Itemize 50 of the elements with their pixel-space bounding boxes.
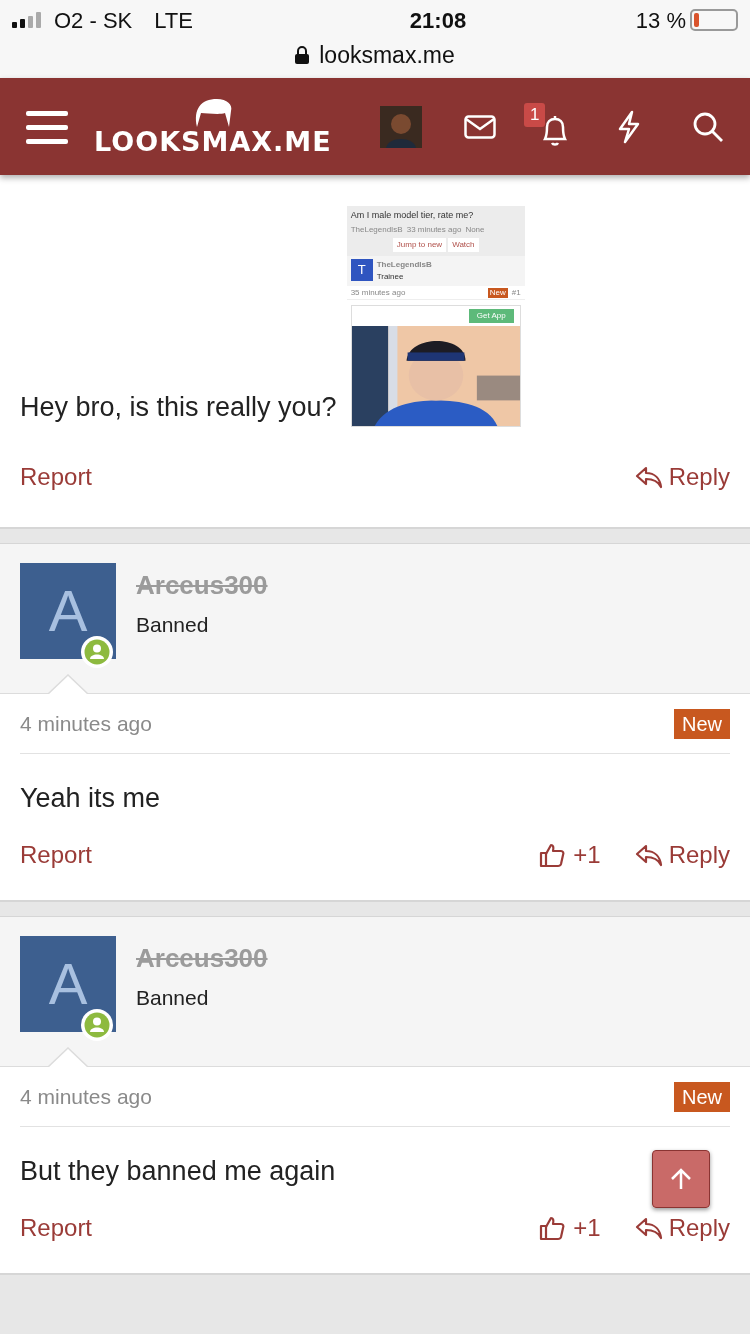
mail-icon[interactable] [464, 114, 496, 139]
reply-icon [634, 843, 663, 867]
reply-icon [634, 1216, 663, 1240]
post-time[interactable]: 4 minutes ago [20, 1080, 152, 1113]
avatar: T [350, 259, 373, 281]
user-role: Trainee [376, 271, 405, 283]
like-button[interactable]: +1 [539, 1210, 601, 1246]
report-link[interactable]: Report [20, 837, 93, 873]
thread-title: Am I male model tier, rate me? [350, 208, 475, 222]
carrier-name: O2 - SK [54, 6, 133, 35]
post-message: But they banned me again [20, 1155, 336, 1188]
lock-icon [295, 46, 310, 65]
search-icon[interactable] [692, 110, 724, 143]
site-logo[interactable]: LOOKSMAX.ME [94, 126, 332, 157]
thread-tags: None [465, 224, 485, 236]
reply-link[interactable]: Reply [634, 837, 730, 873]
thread-starter: TheLegendIsB [350, 224, 403, 236]
post-message: Yeah its me [20, 782, 161, 815]
battery-percentage: 13 % [635, 6, 686, 35]
new-label: New [674, 708, 730, 739]
lightning-icon[interactable] [616, 109, 642, 144]
thumbs-up-icon [539, 842, 566, 868]
clock: 21:08 [408, 6, 468, 35]
reply-link[interactable]: Reply [634, 1210, 730, 1246]
notification-count: 1 [524, 102, 546, 127]
scroll-to-top-button[interactable] [652, 1150, 710, 1208]
bell-icon[interactable] [540, 114, 570, 147]
url-text[interactable]: looksmax.me [319, 38, 455, 73]
like-button[interactable]: +1 [539, 837, 601, 873]
post-time[interactable]: 4 minutes ago [20, 707, 152, 740]
new-label: New [487, 287, 508, 298]
post-number: #1 [511, 286, 521, 299]
reply-link[interactable]: Reply [634, 459, 730, 495]
user-role: Banned [136, 985, 210, 1011]
reply-icon [634, 465, 663, 489]
avatar[interactable]: A [20, 563, 116, 659]
battery-icon [690, 9, 738, 31]
thread-date: 33 minutes ago [406, 224, 462, 236]
thumbs-up-icon [539, 1215, 566, 1241]
username: TheLegendIsB [376, 259, 432, 271]
user-role: Banned [136, 612, 210, 638]
arrow-up-icon [669, 1167, 693, 1191]
network-type: LTE [154, 6, 193, 35]
report-link[interactable]: Report [20, 1210, 93, 1246]
post-time: 35 minutes ago [350, 286, 407, 299]
avatar[interactable]: A [20, 936, 116, 1032]
new-label: New [674, 1081, 730, 1112]
report-link[interactable]: Report [20, 459, 93, 495]
post-message: Hey bro, is this really you? [20, 391, 337, 424]
menu-icon[interactable] [26, 108, 68, 145]
